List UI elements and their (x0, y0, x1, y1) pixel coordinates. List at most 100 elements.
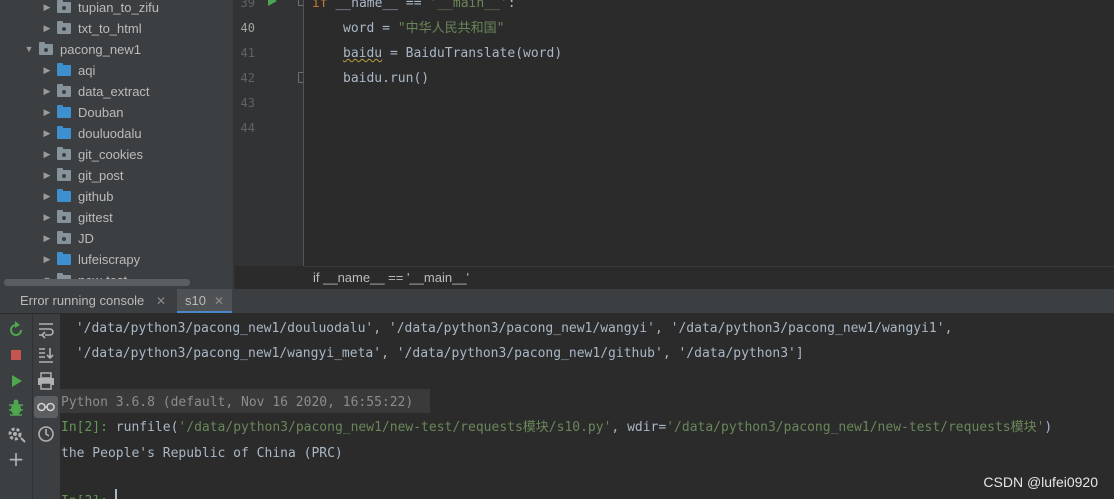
add-icon[interactable]: + (6, 449, 26, 469)
package-dot-icon (62, 216, 66, 220)
console-output-line: '/data/python3/pacong_new1/wangyi_meta',… (68, 346, 804, 361)
package-dot-icon (62, 6, 66, 10)
package-folder-icon (57, 147, 71, 160)
code-token: runfile( (107, 420, 179, 435)
chevron-right-icon[interactable]: ▶ (41, 81, 53, 102)
chevron-right-icon[interactable]: ▶ (41, 18, 53, 39)
chevron-right-icon[interactable]: ▶ (41, 0, 53, 18)
console-toolbar: + (0, 314, 32, 499)
soft-wrap-icon[interactable] (36, 320, 56, 340)
tree-item-txt-to-html[interactable]: ▶ txt_to_html (0, 18, 233, 39)
string-token: '/data/python3/pacong_new1/new-test/requ… (178, 420, 612, 435)
folder-icon (57, 126, 71, 139)
text-cursor (115, 489, 117, 499)
code-token: = BaiduTranslate(word) (382, 46, 563, 61)
project-tree: ▶ tupian_to_zifu ▶ txt_to_html ▼ pacong_new1 ▶… (0, 0, 233, 289)
run-gutter-icon[interactable] (268, 0, 277, 6)
chevron-right-icon[interactable]: ▶ (41, 60, 53, 81)
package-folder-icon (39, 42, 53, 55)
console-tab-bar: Error running console ✕ s10 ✕ (0, 289, 1114, 314)
line-number: 42 (240, 71, 255, 85)
package-dot-icon (62, 90, 66, 94)
chevron-right-icon[interactable]: ▶ (41, 102, 53, 123)
tree-item-label: gittest (78, 210, 113, 225)
show-variables-toggle[interactable] (34, 396, 58, 418)
tree-item-label: aqi (78, 63, 96, 78)
chevron-right-icon[interactable]: ▶ (41, 186, 53, 207)
code-line-39: if __name__ == '__main__': (312, 0, 516, 16)
python-version-banner: Python 3.6.8 (default, Nov 16 2020, 16:5… (61, 395, 414, 410)
watermark: CSDN @lufei0920 (983, 474, 1098, 490)
tree-item-douluodalu[interactable]: ▶ douluodalu (0, 123, 233, 144)
breadcrumb[interactable]: if __name__ == '__main__' (313, 267, 469, 289)
close-icon[interactable]: ✕ (214, 289, 224, 313)
folder-icon (57, 105, 71, 118)
run-icon[interactable] (12, 375, 22, 387)
chevron-right-icon[interactable]: ▶ (41, 207, 53, 228)
package-folder-icon (57, 210, 71, 223)
chevron-right-icon[interactable]: ▶ (41, 165, 53, 186)
tree-item-gittest[interactable]: ▶ gittest (0, 207, 233, 228)
line-number: 43 (240, 96, 255, 110)
string-token: "中华人民共和国" (397, 21, 505, 36)
string-token: '__main__' (429, 0, 508, 11)
chevron-right-icon[interactable]: ▶ (41, 249, 53, 270)
tab-label: s10 (185, 293, 206, 308)
code-editor[interactable]: if __name__ == '__main__': word = "中华人民共… (304, 0, 1114, 266)
package-dot-icon (62, 27, 66, 31)
tree-item-aqi[interactable]: ▶ aqi (0, 60, 233, 81)
chevron-right-icon[interactable]: ▶ (41, 228, 53, 249)
package-dot-icon (62, 237, 66, 241)
console-output[interactable]: '/data/python3/pacong_new1/douluodalu', … (60, 314, 1114, 499)
code-token: ) (1044, 420, 1053, 435)
line-number: 39 (240, 0, 255, 10)
debug-icon[interactable] (6, 398, 26, 418)
tree-scrollbar[interactable] (4, 279, 190, 286)
string-token: '/data/python3/pacong_new1/new-test/requ… (666, 420, 1045, 435)
tree-item-lufeiscrapy[interactable]: ▶ lufeiscrapy (0, 249, 233, 270)
tree-item-douban[interactable]: ▶ Douban (0, 102, 233, 123)
tree-item-github[interactable]: ▶ github (0, 186, 233, 207)
close-icon[interactable]: ✕ (156, 289, 166, 313)
folder-icon (57, 63, 71, 76)
scroll-to-end-icon[interactable] (36, 345, 56, 365)
chevron-right-icon[interactable]: ▶ (41, 123, 53, 144)
tree-item-label: Douban (78, 105, 124, 120)
history-clock-icon[interactable] (36, 424, 56, 444)
package-folder-icon (57, 231, 71, 244)
tree-item-pacong-new1[interactable]: ▼ pacong_new1 (0, 39, 233, 60)
chevron-down-icon[interactable]: ▼ (23, 39, 35, 60)
tree-item-label: JD (78, 231, 94, 246)
code-token: , wdir= (611, 420, 667, 435)
package-folder-icon (57, 168, 71, 181)
line-number: 40 (240, 21, 255, 35)
tab-label: Error running console (20, 293, 145, 308)
chevron-right-icon[interactable]: ▶ (41, 144, 53, 165)
folder-icon (57, 189, 71, 202)
editor-gutter: 39 40 41 42 43 44 (235, 0, 303, 266)
tab-s10[interactable]: s10 ✕ (177, 289, 232, 313)
console-output-line: '/data/python3/pacong_new1/douluodalu', … (68, 321, 953, 336)
stop-icon[interactable] (11, 350, 21, 360)
tab-error-running-console[interactable]: Error running console ✕ (12, 289, 174, 313)
tree-item-tupian-to-zifu[interactable]: ▶ tupian_to_zifu (0, 0, 233, 18)
code-line-42: baidu.run() (343, 71, 430, 86)
translation-result: the People's Republic of China (PRC) (61, 446, 343, 461)
console-secondary-toolbar (33, 314, 60, 499)
glasses-icon (37, 402, 55, 412)
package-folder-icon (57, 21, 71, 34)
tree-item-git-post[interactable]: ▶ git_post (0, 165, 233, 186)
tree-item-label: douluodalu (78, 126, 142, 141)
rerun-icon[interactable] (6, 320, 26, 340)
tree-item-data-extract[interactable]: ▶ data_extract (0, 81, 233, 102)
console-prompt: In[3]: (61, 489, 108, 499)
tree-item-jd[interactable]: ▶ JD (0, 228, 233, 249)
tree-item-git-cookies[interactable]: ▶ git_cookies (0, 144, 233, 165)
console-prompt: In[2]: (61, 420, 108, 435)
package-dot-icon (62, 153, 66, 157)
print-icon[interactable] (36, 371, 56, 391)
settings-gear-icon[interactable] (6, 424, 26, 444)
line-number: 41 (240, 46, 255, 60)
console-input-line: In[2]: runfile('/data/python3/pacong_new… (61, 415, 1052, 440)
code-token: __name__ == (327, 0, 430, 11)
